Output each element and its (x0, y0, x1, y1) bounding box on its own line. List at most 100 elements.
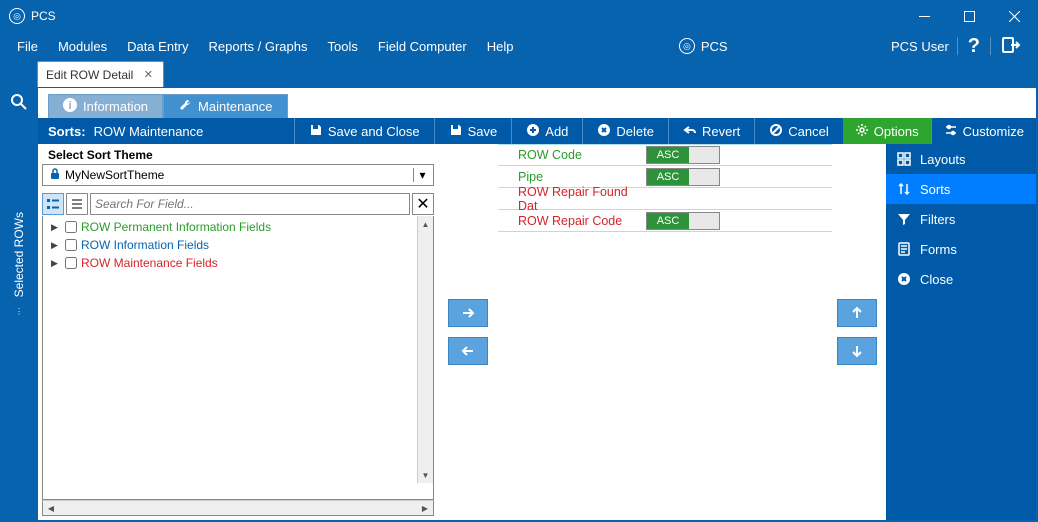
app-icon: ◎ (9, 8, 25, 24)
tree-checkbox[interactable] (65, 221, 77, 233)
asc-desc-toggle[interactable]: ASC (646, 212, 720, 230)
revert-button[interactable]: Revert (668, 118, 754, 144)
move-up-button[interactable] (837, 299, 877, 327)
layouts-icon (896, 152, 912, 166)
close-button[interactable] (992, 1, 1037, 31)
tree-row[interactable]: ▶ ROW Maintenance Fields (45, 254, 431, 272)
rail-dots-icon: ⋮ (15, 307, 23, 316)
app-window: ◎ PCS File Modules Data Entry Reports / … (0, 0, 1038, 522)
selected-rows-label[interactable]: Selected ROWs (12, 206, 26, 303)
add-button[interactable]: Add (511, 118, 582, 144)
sort-row[interactable]: ROW Code ASC (498, 144, 832, 166)
sort-columns: ROW Code ASC Pipe ASC ROW Repair Found D… (498, 144, 886, 520)
side-forms[interactable]: Forms (886, 234, 1036, 264)
move-left-button[interactable] (448, 337, 488, 365)
asc-desc-toggle[interactable]: ASC (646, 146, 720, 164)
save-close-label: Save and Close (328, 124, 420, 139)
scroll-down-icon[interactable]: ▼ (418, 467, 433, 483)
theme-value: MyNewSortTheme (65, 168, 413, 182)
move-down-button[interactable] (837, 337, 877, 365)
action-toolbar: Sorts: ROW Maintenance Save and Close Sa… (38, 118, 1036, 144)
maximize-button[interactable] (947, 1, 992, 31)
sort-row[interactable]: ROW Repair Code ASC (498, 210, 832, 232)
lock-icon (49, 168, 61, 183)
theme-label: Select Sort Theme (42, 144, 434, 164)
tab-information[interactable]: i Information (48, 94, 163, 118)
clear-search-button[interactable]: ✕ (412, 193, 434, 215)
tree-row[interactable]: ▶ ROW Permanent Information Fields (45, 218, 431, 236)
menu-file[interactable]: File (7, 31, 48, 61)
tree-checkbox[interactable] (65, 239, 77, 251)
sort-field-label: ROW Repair Code (498, 214, 646, 228)
toggle-on: ASC (647, 169, 689, 185)
search-input[interactable] (90, 193, 410, 215)
theme-select[interactable]: MyNewSortTheme ▾ (42, 164, 434, 186)
app-label-text: PCS (701, 39, 728, 54)
help-icon[interactable]: ? (958, 35, 990, 58)
menu-reports[interactable]: Reports / Graphs (199, 31, 318, 61)
search-icon[interactable] (10, 93, 28, 116)
side-filters[interactable]: Filters (886, 204, 1036, 234)
tab-strip: Edit ROW Detail ✕ (1, 61, 1037, 87)
menu-tools[interactable]: Tools (318, 31, 368, 61)
delete-button[interactable]: Delete (582, 118, 668, 144)
asc-desc-toggle[interactable]: ASC (646, 168, 720, 186)
scroll-right-icon[interactable]: ▶ (417, 501, 433, 515)
expand-icon[interactable]: ▶ (51, 240, 61, 251)
cancel-button[interactable]: Cancel (754, 118, 842, 144)
tree-row[interactable]: ▶ ROW Information Fields (45, 236, 431, 254)
toggle-off (689, 169, 719, 185)
section-tabs: i Information Maintenance (38, 88, 1036, 118)
customize-tab[interactable]: Customize (931, 118, 1036, 144)
side-close-label: Close (920, 272, 953, 287)
gear-icon (855, 123, 869, 140)
menu-field-computer[interactable]: Field Computer (368, 31, 477, 61)
expand-icon[interactable]: ▶ (51, 222, 61, 233)
scroll-up-icon[interactable]: ▲ (418, 216, 433, 232)
tree-scrollbar-vertical[interactable]: ▲ ▼ (417, 216, 433, 483)
expand-icon[interactable]: ▶ (51, 258, 61, 269)
tab-edit-row-detail[interactable]: Edit ROW Detail ✕ (37, 61, 164, 87)
save-icon (309, 123, 323, 140)
titlebar: ◎ PCS (1, 1, 1037, 31)
svg-text:i: i (68, 100, 71, 112)
minimize-button[interactable] (902, 1, 947, 31)
options-label: Options (874, 124, 919, 139)
side-sorts[interactable]: Sorts (886, 174, 1036, 204)
sorts-label: Sorts: (38, 124, 94, 139)
sort-name: ROW Maintenance (94, 124, 204, 139)
save-icon (449, 123, 463, 140)
side-menu: Layouts Sorts Filters Forms (886, 144, 1036, 520)
dropdown-icon[interactable]: ▾ (413, 168, 431, 182)
tree-view-toggle[interactable] (42, 193, 64, 215)
logout-icon[interactable] (991, 35, 1031, 58)
tab-maintenance[interactable]: Maintenance (163, 94, 287, 118)
user-label[interactable]: PCS User (883, 37, 958, 55)
save-button[interactable]: Save (434, 118, 512, 144)
menubar: File Modules Data Entry Reports / Graphs… (1, 31, 1037, 61)
sliders-icon (944, 123, 958, 140)
tab-close-icon[interactable]: ✕ (141, 68, 155, 82)
menu-modules[interactable]: Modules (48, 31, 117, 61)
tree-scrollbar-horizontal[interactable]: ◀ ▶ (42, 500, 434, 516)
tree-label: ROW Information Fields (81, 238, 209, 252)
side-close[interactable]: Close (886, 264, 1036, 294)
move-right-button[interactable] (448, 299, 488, 327)
tree-checkbox[interactable] (65, 257, 77, 269)
tree-label: ROW Permanent Information Fields (81, 220, 271, 234)
tab-label: Edit ROW Detail (46, 68, 133, 82)
list-view-toggle[interactable] (66, 193, 88, 215)
sort-table: ROW Code ASC Pipe ASC ROW Repair Found D… (498, 144, 832, 520)
toggle-on: ASC (647, 147, 689, 163)
side-layouts[interactable]: Layouts (886, 144, 1036, 174)
menu-help[interactable]: Help (477, 31, 524, 61)
scroll-left-icon[interactable]: ◀ (43, 501, 59, 515)
sort-row[interactable]: ROW Repair Found Dat (498, 188, 832, 210)
app-label: ◎ PCS (669, 38, 738, 54)
options-tab[interactable]: Options (843, 118, 931, 144)
forms-icon (896, 242, 912, 256)
sort-field-label: ROW Repair Found Dat (498, 185, 646, 213)
menu-data-entry[interactable]: Data Entry (117, 31, 198, 61)
save-close-button[interactable]: Save and Close (294, 118, 434, 144)
field-tree[interactable]: ▶ ROW Permanent Information Fields ▶ ROW… (42, 216, 434, 500)
